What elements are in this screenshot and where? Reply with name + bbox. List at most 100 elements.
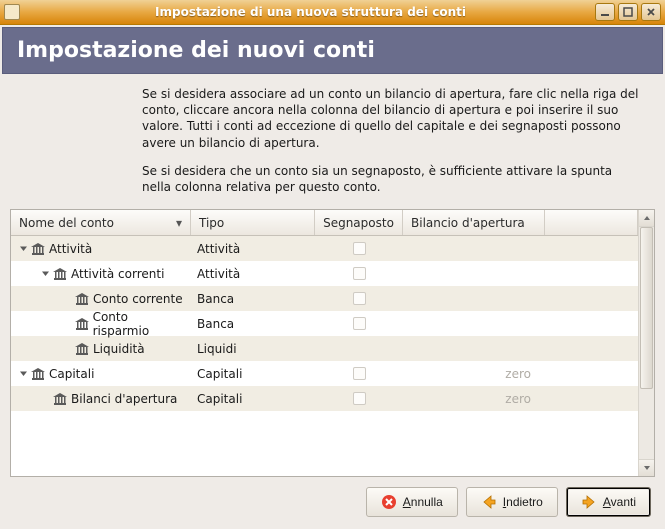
cell-placeholder [315, 311, 403, 336]
cancel-icon [381, 494, 397, 510]
page-title: Impostazione dei nuovi conti [2, 27, 663, 74]
bank-icon [53, 268, 67, 280]
scroll-track[interactable] [639, 226, 654, 460]
description-p1: Se si desidera associare ad un conto un … [142, 86, 643, 151]
cell-opening-balance[interactable]: zero [403, 386, 545, 411]
cell-spacer [545, 361, 638, 386]
cell-account-name: Conto corrente [11, 286, 191, 311]
cell-account-name: Conto risparmio [11, 311, 191, 336]
expander-icon[interactable] [17, 369, 29, 378]
cell-spacer [545, 336, 638, 361]
cell-placeholder [315, 336, 403, 361]
column-header-balance[interactable]: Bilancio d'apertura [403, 210, 545, 235]
forward-button[interactable]: Avanti [566, 487, 651, 517]
table-row[interactable]: LiquiditàLiquidi [11, 336, 638, 361]
description-text: Se si desidera associare ad un conto un … [2, 74, 663, 209]
cell-type: Liquidi [191, 336, 315, 361]
placeholder-checkbox[interactable] [353, 242, 366, 255]
table-row[interactable]: Attività correnti Attività [11, 261, 638, 286]
cell-account-name: Liquidità [11, 336, 191, 361]
dialog-footer: Annulla Indietro Avanti [2, 477, 663, 527]
cell-account-name: Capitali [11, 361, 191, 386]
cancel-button[interactable]: Annulla [366, 487, 458, 517]
bank-icon [53, 393, 67, 405]
scroll-up-button[interactable] [639, 210, 654, 226]
placeholder-checkbox[interactable] [353, 267, 366, 280]
accounts-table: Nome del conto ▾ Tipo Segnaposto Bilanci… [10, 209, 655, 477]
cell-spacer [545, 311, 638, 336]
app-icon [4, 4, 20, 20]
column-header-name[interactable]: Nome del conto ▾ [11, 210, 191, 235]
account-name-label: Capitali [49, 367, 94, 381]
cell-placeholder [315, 261, 403, 286]
cell-spacer [545, 286, 638, 311]
vertical-scrollbar[interactable] [638, 210, 654, 476]
scroll-thumb[interactable] [640, 227, 653, 389]
scroll-down-button[interactable] [639, 460, 654, 476]
table-row[interactable]: Attività Attività [11, 236, 638, 261]
sort-indicator-icon: ▾ [176, 216, 182, 230]
cell-type: Banca [191, 286, 315, 311]
column-header-type[interactable]: Tipo [191, 210, 315, 235]
cell-opening-balance[interactable] [403, 236, 545, 261]
spacer [142, 151, 643, 163]
back-button[interactable]: Indietro [466, 487, 558, 517]
titlebar[interactable]: Impostazione di una nuova struttura dei … [0, 0, 665, 25]
cell-placeholder [315, 386, 403, 411]
placeholder-checkbox[interactable] [353, 392, 366, 405]
minimize-button[interactable] [595, 3, 615, 21]
bank-icon [31, 368, 45, 380]
cell-opening-balance[interactable] [403, 286, 545, 311]
bank-icon [75, 318, 89, 330]
cell-placeholder [315, 236, 403, 261]
cell-spacer [545, 261, 638, 286]
close-button[interactable] [641, 3, 661, 21]
button-label: Annulla [403, 495, 443, 509]
table-header: Nome del conto ▾ Tipo Segnaposto Bilanci… [11, 210, 638, 236]
forward-arrow-icon [581, 494, 597, 510]
table-row[interactable]: Bilanci d'apertura Capitali zero [11, 386, 638, 411]
cell-type: Capitali [191, 386, 315, 411]
cell-account-name: Attività correnti [11, 261, 191, 286]
account-name-label: Bilanci d'apertura [71, 392, 177, 406]
expander-icon[interactable] [39, 269, 51, 278]
account-name-label: Conto risparmio [93, 310, 185, 338]
maximize-button[interactable] [618, 3, 638, 21]
cell-account-name: Attività [11, 236, 191, 261]
cell-type: Attività [191, 236, 315, 261]
account-name-label: Attività [49, 242, 92, 256]
table-inner: Nome del conto ▾ Tipo Segnaposto Bilanci… [11, 210, 638, 476]
cell-type: Banca [191, 311, 315, 336]
cell-spacer [545, 386, 638, 411]
button-label: Indietro [503, 495, 543, 509]
cell-opening-balance[interactable]: zero [403, 361, 545, 386]
column-label: Segnaposto [323, 216, 394, 230]
cell-placeholder [315, 286, 403, 311]
table-body: AttivitàAttivitàAttività correntiAttivit… [11, 236, 638, 476]
table-row[interactable]: Conto risparmioBanca [11, 311, 638, 336]
window-controls [595, 3, 661, 21]
description-p2: Se si desidera che un conto sia un segna… [142, 163, 643, 195]
dialog-body: Impostazione dei nuovi conti Se si desid… [0, 25, 665, 529]
bank-icon [75, 343, 89, 355]
cell-type: Attività [191, 261, 315, 286]
column-header-placeholder[interactable]: Segnaposto [315, 210, 403, 235]
back-arrow-icon [481, 494, 497, 510]
cell-account-name: Bilanci d'apertura [11, 386, 191, 411]
cell-opening-balance[interactable] [403, 261, 545, 286]
table-row[interactable]: Conto corrente Banca [11, 286, 638, 311]
placeholder-checkbox[interactable] [353, 317, 366, 330]
column-header-spacer [545, 210, 638, 235]
account-name-label: Attività correnti [71, 267, 164, 281]
cell-opening-balance[interactable] [403, 336, 545, 361]
cell-opening-balance[interactable] [403, 311, 545, 336]
window-title: Impostazione di una nuova struttura dei … [26, 5, 595, 19]
table-row[interactable]: CapitaliCapitalizero [11, 361, 638, 386]
button-label: Avanti [603, 495, 636, 509]
expander-icon[interactable] [17, 244, 29, 253]
column-label: Tipo [199, 216, 224, 230]
account-name-label: Conto corrente [93, 292, 183, 306]
placeholder-checkbox[interactable] [353, 367, 366, 380]
cell-placeholder [315, 361, 403, 386]
placeholder-checkbox[interactable] [353, 292, 366, 305]
